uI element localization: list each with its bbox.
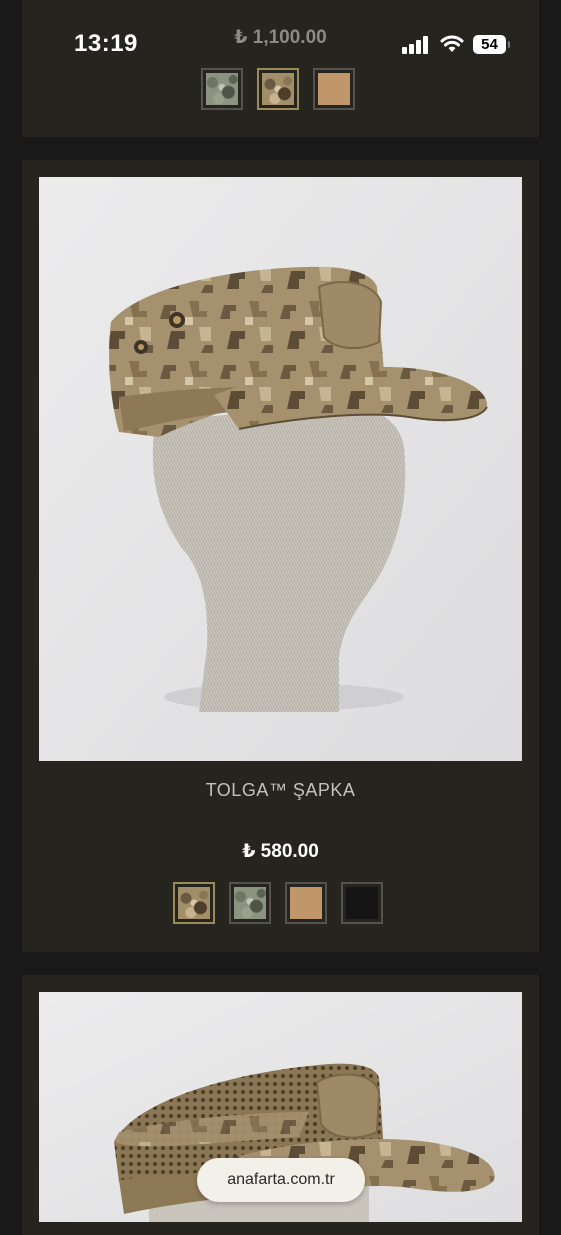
product-title[interactable]: TOLGA™ ŞAPKA <box>22 780 539 801</box>
swatch-fill <box>178 887 210 919</box>
swatch-coyote-solid[interactable] <box>285 882 327 924</box>
product-card[interactable]: TOLGA™ ŞAPKA ₺ 580.00 <box>22 160 539 952</box>
battery-icon: 54 <box>473 35 510 55</box>
swatch-fill <box>346 887 378 919</box>
battery-tip <box>508 41 510 48</box>
product-image[interactable] <box>39 177 522 761</box>
swatch-fill <box>290 887 322 919</box>
product-price: ₺ 580.00 <box>242 841 319 862</box>
signal-icon <box>402 36 432 54</box>
swatch-camo-desert[interactable] <box>173 882 215 924</box>
swatch-camo-green[interactable] <box>229 882 271 924</box>
swatch-black-solid[interactable] <box>341 882 383 924</box>
battery-level: 54 <box>473 35 506 54</box>
status-bar: 13:19 ₺ 1,100.00 54 <box>0 0 561 80</box>
swatch-fill <box>234 887 266 919</box>
browser-url-bar[interactable]: anafarta.com.tr <box>197 1158 365 1202</box>
wifi-icon <box>440 34 464 54</box>
